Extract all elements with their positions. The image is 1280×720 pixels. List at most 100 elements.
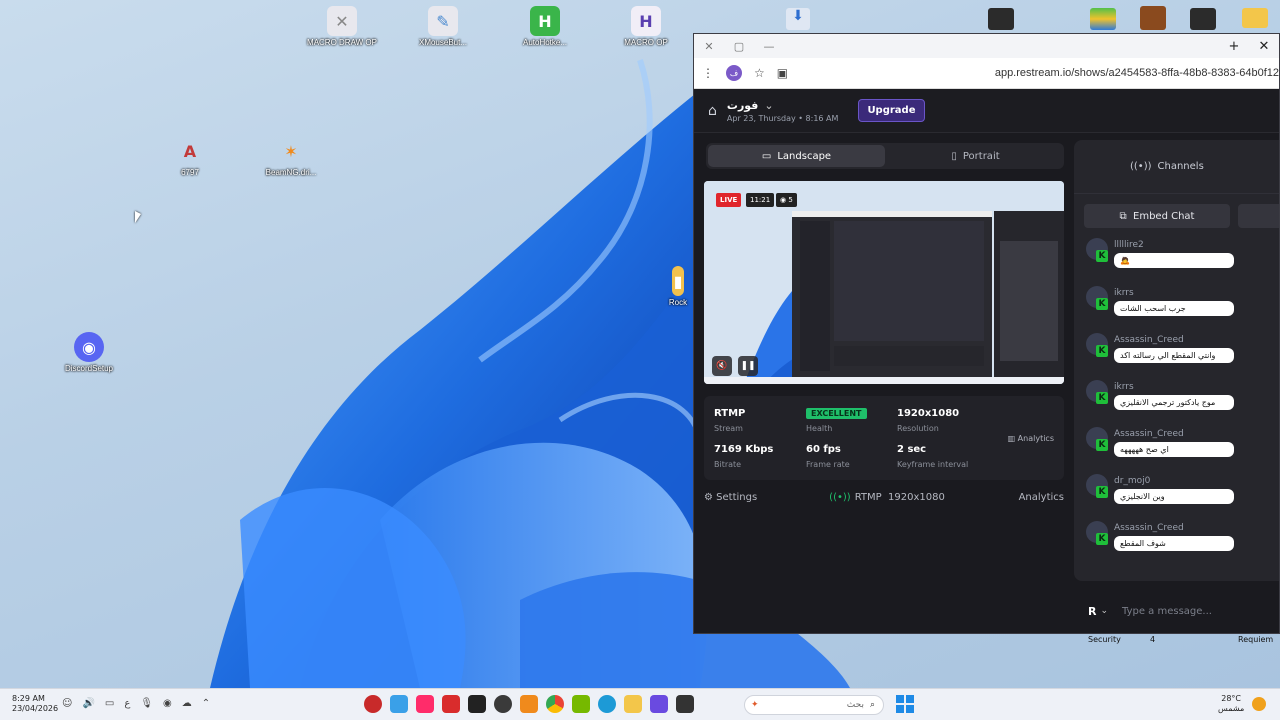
nvidia-icon[interactable] (572, 695, 590, 713)
start-button[interactable] (896, 695, 914, 713)
menu-dots-icon[interactable]: ⋮ (702, 66, 714, 80)
cast-icon[interactable]: ▣ (777, 66, 788, 80)
game-character-icon[interactable] (1140, 6, 1166, 30)
system-clock[interactable]: 8:29 AM 23/04/2026 (12, 694, 58, 714)
macro-draw-icon: ✕ (327, 6, 357, 36)
desktop-icon-beamng[interactable]: ✶ BeamNG.dri... (253, 136, 329, 178)
taskbar: 8:29 AM 23/04/2026 ☺ 🔊 ▭ ع 🎙 ◉ ☁ ⌃ ✦ بحث… (0, 688, 1280, 720)
monitor-icon: ▭ (761, 150, 772, 162)
embed-chat-button[interactable]: ⧉ Embed Chat (1084, 204, 1230, 228)
chrome-icon[interactable] (546, 695, 564, 713)
speaker-icon[interactable]: 🔊 (82, 698, 94, 709)
home-icon[interactable]: ⌂ (708, 103, 717, 119)
beamng-icon: ✶ (284, 141, 298, 161)
chat-composer: R ⌄ Type a message... (1074, 587, 1279, 633)
macro-op-icon: H (631, 6, 661, 36)
minimize-window-icon[interactable]: — (754, 34, 784, 58)
analytics-link[interactable]: ▥ Analytics (1008, 434, 1054, 443)
app-red-icon[interactable] (364, 695, 382, 713)
sender-selector[interactable]: R (1088, 605, 1096, 618)
app-box-icon[interactable] (676, 695, 694, 713)
mute-button[interactable]: 🔇 (712, 356, 732, 376)
system-tray: ☺ 🔊 ▭ ع 🎙 ◉ ☁ ⌃ (62, 698, 210, 709)
maximize-window-icon[interactable]: ▢ (724, 34, 754, 58)
tab-landscape[interactable]: ▭ Landscape (708, 145, 885, 167)
kick-icon: K (1096, 439, 1108, 451)
bookmark-star-icon[interactable]: ☆ (754, 66, 765, 80)
desktop-icon-6797[interactable]: A 6797 (152, 136, 228, 178)
obs-icon[interactable] (494, 695, 512, 713)
tab-portrait[interactable]: ▯ Portrait (887, 143, 1064, 169)
search-icon: ⌕ (869, 700, 875, 710)
folder-icon[interactable] (1242, 8, 1268, 28)
file-explorer-icon[interactable] (624, 695, 642, 713)
desktop-icon-xmouse[interactable]: ✎ XMouseBut... (405, 6, 481, 47)
preview-screenshot (704, 181, 1064, 384)
capcut-icon[interactable] (468, 695, 486, 713)
app-header: ⌂ فورت ⌄ Apr 23, Thursday • 8:16 AM Upgra… (694, 89, 1279, 133)
stream-stats: RTMP Stream EXCELLENT Health 1920x1080 Reso… (704, 396, 1064, 480)
close-window-icon[interactable]: ✕ (694, 34, 724, 58)
url-field[interactable]: app.restream.io/shows/a2454583-8ffa-48b8… (995, 67, 1279, 79)
search-box[interactable]: ✦ بحث ⌕ (744, 695, 884, 715)
behind-label-requiem: Requiem (1238, 635, 1274, 644)
chevron-down-icon[interactable]: ⌄ (1100, 606, 1108, 616)
stat-protocol: RTMP Stream (714, 408, 746, 433)
microphone-icon[interactable]: 🎙 (140, 698, 153, 709)
new-tab-icon[interactable]: + (1219, 34, 1249, 58)
kick-icon: K (1096, 250, 1108, 262)
chat-input[interactable]: Type a message... (1122, 606, 1212, 617)
tiktok-icon[interactable] (416, 695, 434, 713)
chevron-up-icon[interactable]: ⌃ (202, 698, 210, 709)
display-icon[interactable]: ▭ (105, 698, 114, 709)
upgrade-button[interactable]: Upgrade (858, 99, 925, 122)
orientation-toggle: ▭ Landscape ▯ Portrait (706, 143, 1064, 169)
language-indicator[interactable]: ع (124, 698, 130, 709)
autohotkey-icon: H (530, 6, 560, 36)
onedrive-icon[interactable]: ☁ (182, 698, 192, 709)
wps-icon[interactable] (442, 695, 460, 713)
desktop-icon-macro-draw[interactable]: ✕ MACRO DRAW OP (304, 6, 380, 47)
gear-icon: ⚙ (704, 491, 717, 503)
browser-window: ✕ ▢ — + ✕ ⋮ ف ☆ ▣ app.restream.io/shows/… (693, 33, 1280, 634)
chat-icon[interactable]: ☺ (62, 698, 72, 709)
discord-icon: ◉ (74, 332, 104, 362)
stat-bitrate: 7169 Kbps Bitrate (714, 444, 774, 469)
stat-resolution: 1920x1080 Resolution (897, 408, 960, 433)
signal-icon: ((•)) (829, 491, 851, 503)
geforce-icon[interactable] (1190, 8, 1216, 30)
muted-speaker-icon: 🔇 (716, 361, 728, 371)
app-cube-icon[interactable] (650, 695, 668, 713)
xmouse-icon: ✎ (428, 6, 458, 36)
app-f-icon[interactable] (390, 695, 408, 713)
edge-icon[interactable] (598, 695, 616, 713)
embed-icon: ⧉ (1119, 210, 1134, 222)
bluestacks-icon[interactable] (1090, 8, 1116, 30)
weather-widget[interactable]: 28°C مشمس (1218, 694, 1244, 714)
download-icon[interactable]: ⬇ (786, 8, 810, 30)
desktop-icon-rock[interactable]: ▮ Rock (662, 266, 694, 307)
show-date: Apr 23, Thursday • 8:16 AM (726, 113, 839, 123)
kick-icon: K (1096, 392, 1108, 404)
profile-avatar[interactable]: ف (726, 65, 742, 81)
broadcast-icon: ((•)) (1130, 161, 1152, 172)
chat-settings-button[interactable] (1238, 204, 1279, 228)
nvidia-icon[interactable] (988, 8, 1014, 30)
beamng-icon[interactable] (520, 695, 538, 713)
settings-button[interactable]: ⚙ Settings (704, 492, 757, 503)
desktop-icon-macro-op[interactable]: H MACRO OP (608, 6, 684, 47)
desktop-icon-autohotkey[interactable]: H AutoHotke... (507, 6, 583, 47)
show-info[interactable]: فورت ⌄ Apr 23, Thursday • 8:16 AM (727, 99, 839, 123)
channels-tab[interactable]: ((•)) Channels (1074, 140, 1279, 194)
desktop-icon-discord[interactable]: ◉ DiscordSetup (51, 332, 127, 373)
stat-keyframe: 2 sec Keyframe interval (897, 444, 969, 469)
pause-button[interactable]: ❚❚ (738, 356, 758, 376)
kick-icon: K (1096, 345, 1108, 357)
analytics-button[interactable]: Analytics (1019, 492, 1064, 503)
show-title[interactable]: فورت ⌄ (727, 99, 839, 112)
stream-preview[interactable]: LIVE 11:21 ◉ 5 🔇 ❚❚ (704, 181, 1064, 384)
close-tab-icon[interactable]: ✕ (1249, 34, 1279, 58)
kick-icon: K (1096, 486, 1108, 498)
health-badge: EXCELLENT (806, 408, 867, 419)
record-icon[interactable]: ◉ (163, 698, 172, 709)
